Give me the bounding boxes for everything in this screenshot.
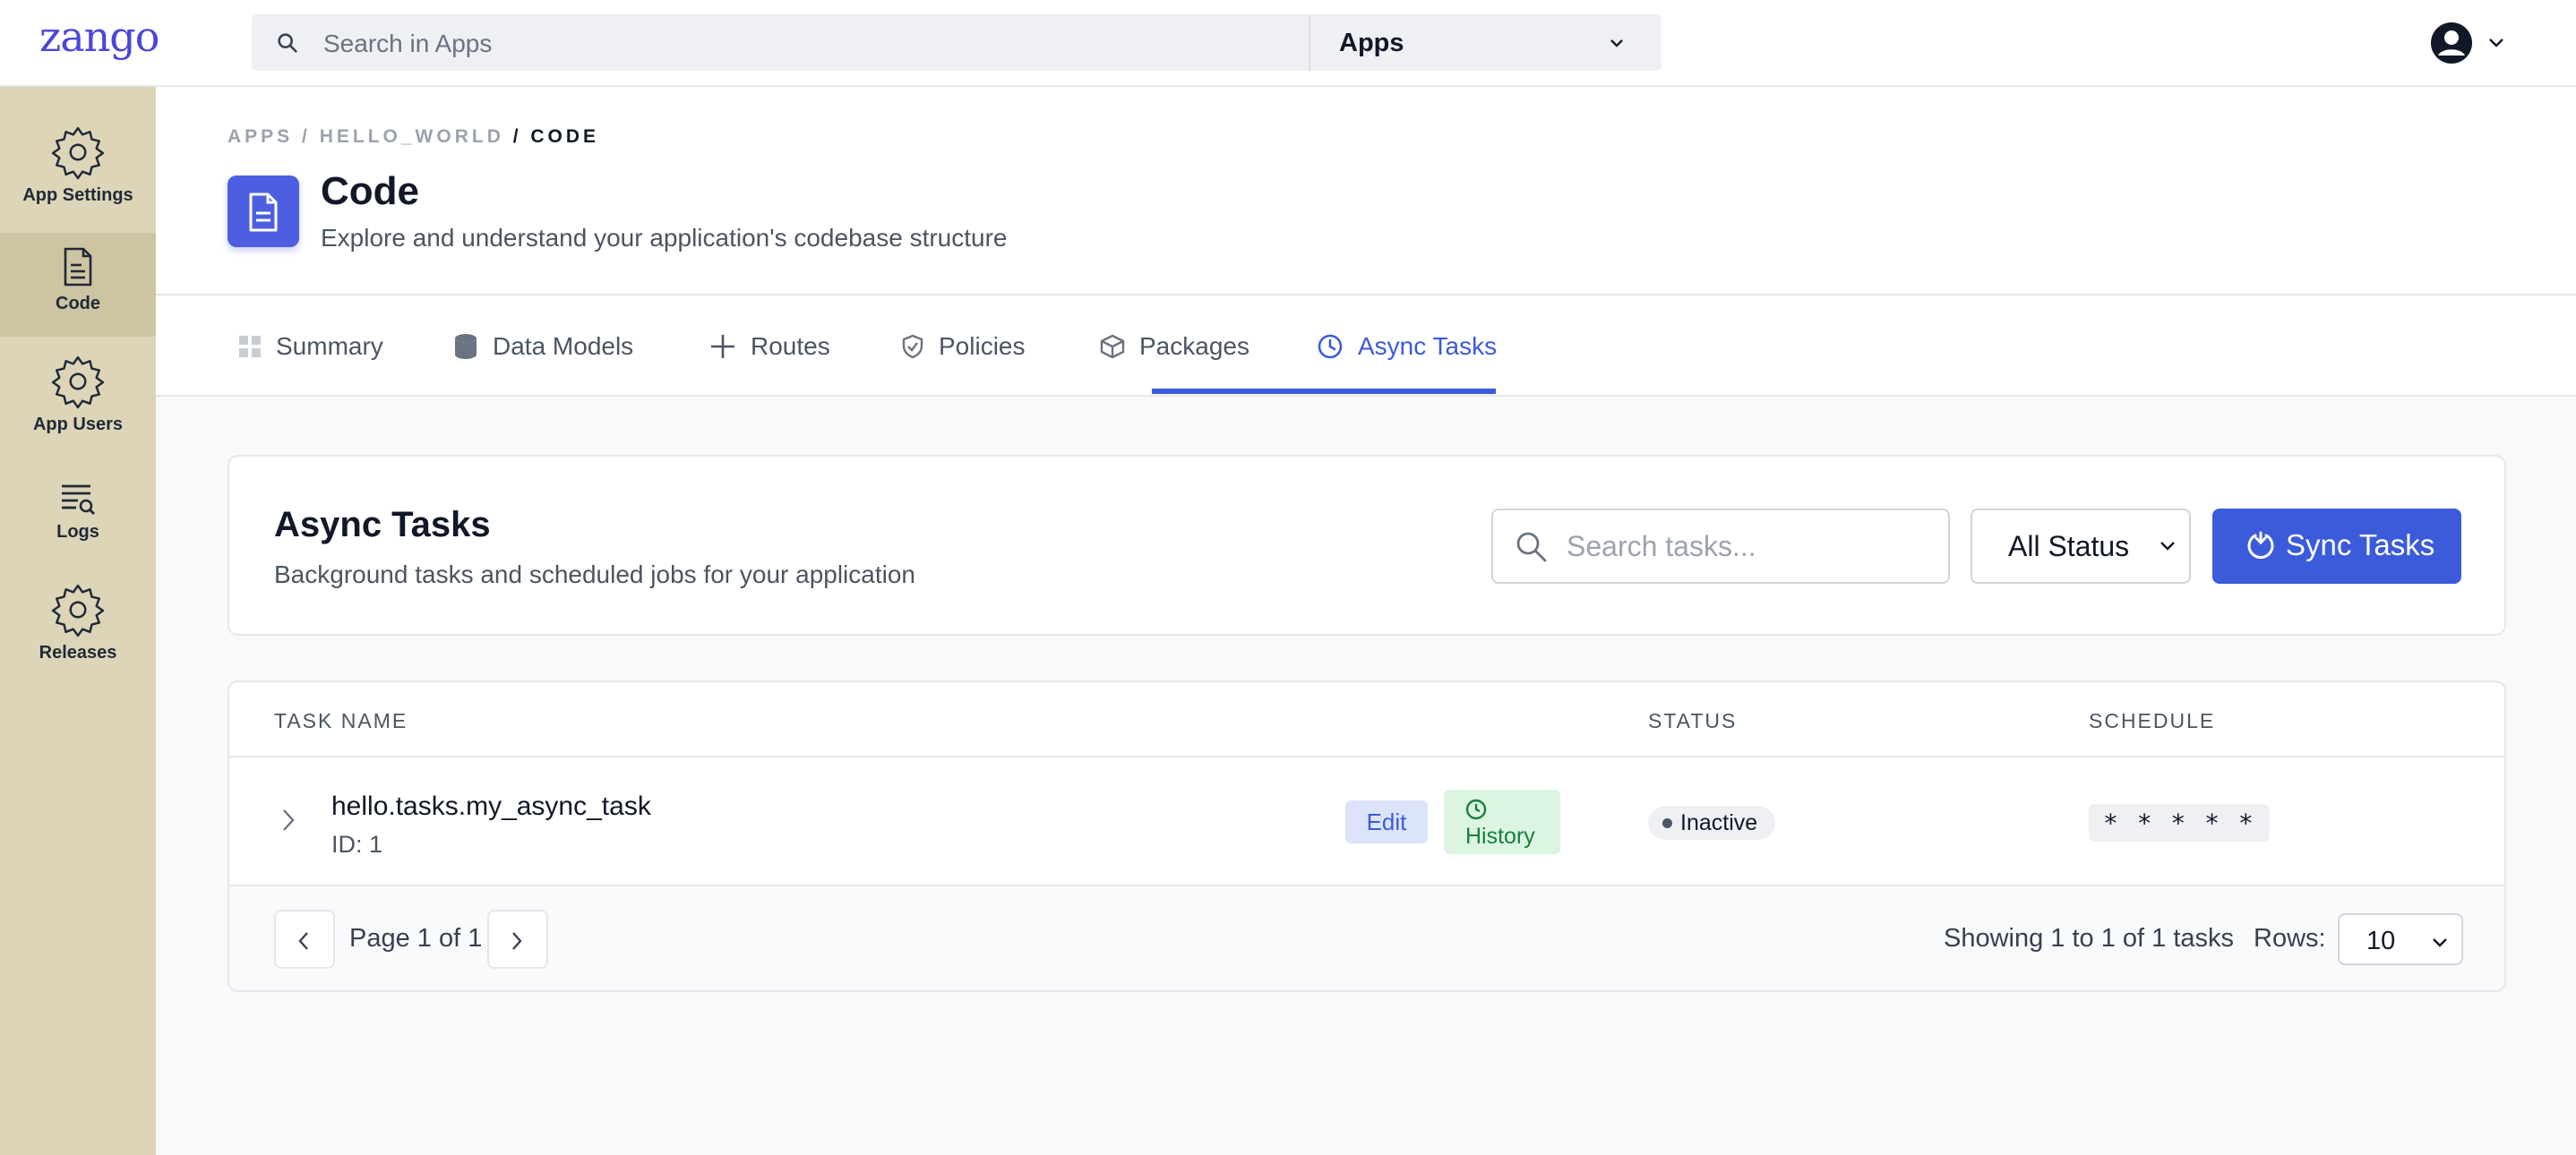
top-bar: zango Search in Apps Apps [0,0,2576,87]
sidebar-item-code[interactable]: Code [0,233,156,337]
logs-icon [62,484,95,515]
database-icon [455,333,477,359]
status-text: Inactive [1680,810,1758,835]
apps-search-input[interactable]: Search in Apps [252,14,1309,71]
page-title: Code [321,169,419,213]
status-filter-select[interactable]: All Status [1971,509,2191,584]
breadcrumb-app[interactable]: HELLO_WORLD [320,126,504,147]
column-header-status: STATUS [1648,709,1738,732]
tab-label: Routes [751,331,830,360]
sidebar-item-label: Code [56,294,100,313]
chevron-right-icon [512,932,522,950]
tab-packages[interactable]: Packages [1100,295,1249,397]
search-icon [1516,532,1547,562]
task-name: hello.tasks.my_async_task [331,791,651,821]
account-menu-chevron-icon[interactable] [2486,34,2506,52]
clock-icon [1318,334,1343,358]
panel-description: Background tasks and scheduled jobs for … [274,560,915,588]
breadcrumb-apps[interactable]: APPS [228,126,293,147]
plus-icon [711,334,734,358]
status-badge: Inactive [1648,806,1776,840]
task-search-placeholder: Search tasks... [1567,530,1756,562]
sidebar-item-label: App Users [32,415,124,434]
table-header: TASK NAME STATUS SCHEDULE [229,682,2504,757]
chevron-right-icon[interactable] [281,808,296,833]
document-icon [64,247,92,287]
breadcrumb-current: CODE [530,126,600,147]
gear-icon [51,584,105,637]
page-header: APPS / HELLO_WORLD / CODE Code Explore a… [156,87,2576,295]
chevron-down-icon [2160,542,2175,551]
chevron-down-icon [2433,938,2447,947]
showing-count: Showing 1 to 1 of 1 tasks [1944,924,2235,953]
chevron-down-icon [1610,39,1623,47]
user-avatar-icon[interactable] [2430,21,2473,64]
breadcrumb: APPS / HELLO_WORLD / CODE [228,126,599,148]
breadcrumb-separator: / [512,126,531,147]
tab-label: Policies [939,331,1026,360]
sync-icon [2247,531,2274,560]
apps-scope-label: Apps [1339,29,1404,57]
sidebar-item-label: Releases [39,643,117,663]
tab-label: Summary [276,331,383,360]
gear-icon [51,126,105,180]
tab-routes[interactable]: Routes [709,295,830,397]
rows-per-page-label: Rows: [2254,924,2326,953]
apps-search-placeholder: Search in Apps [323,30,493,57]
sidebar-item-app-settings[interactable]: App Settings [0,124,156,230]
chevron-left-icon [298,932,308,950]
code-tabs: Summary Data Models Routes Policies Pack… [156,295,2576,397]
apps-scope-select[interactable]: Apps [1309,14,1662,71]
task-id: ID: 1 [331,831,383,858]
table-row[interactable]: hello.tasks.my_async_task ID: 1 Edit His… [229,757,2504,886]
brand-logo[interactable]: zango [39,13,159,61]
sidebar: App Settings Code App Users Logs Release… [0,87,156,1155]
page-subtitle: Explore and understand your application'… [321,224,1008,252]
tab-label: Packages [1139,331,1249,360]
tab-data-models[interactable]: Data Models [453,295,633,397]
active-tab-indicator [1152,389,1496,394]
tab-async-tasks[interactable]: Async Tasks [1317,295,1497,397]
task-search-input[interactable]: Search tasks... [1491,509,1950,584]
column-header-task-name: TASK NAME [274,709,408,732]
breadcrumb-separator: / [302,126,320,147]
task-history-button[interactable]: History [1444,790,1560,854]
search-icon [278,33,297,53]
grid-icon [239,335,261,357]
sidebar-item-label: Logs [56,522,99,542]
sync-tasks-label: Sync Tasks [2286,528,2435,561]
panel-title: Async Tasks [274,505,491,544]
document-icon [249,192,278,232]
tab-policies[interactable]: Policies [901,295,1025,397]
tab-label: Async Tasks [1358,331,1498,360]
history-label: History [1465,824,1535,849]
previous-page-button[interactable] [274,910,335,969]
shield-icon [902,334,923,358]
box-icon [1100,334,1125,358]
page-indicator: Page 1 of 1 [349,924,483,953]
column-header-schedule: SCHEDULE [2089,709,2216,732]
rows-per-page-value: 10 [2366,927,2396,955]
tab-summary[interactable]: Summary [238,295,383,397]
sidebar-item-logs[interactable]: Logs [0,481,156,570]
sidebar-item-label: App Settings [22,185,133,205]
status-dot [1662,818,1672,828]
schedule-cron: * * * * * [2089,804,2270,842]
gear-icon [51,355,105,409]
status-filter-value: All Status [2008,530,2130,562]
tasks-table: TASK NAME STATUS SCHEDULE hello.tasks.my… [228,680,2506,992]
sidebar-item-app-users[interactable]: App Users [0,354,156,459]
rows-per-page-select[interactable]: 10 [2338,913,2463,965]
edit-task-button[interactable]: Edit [1345,800,1428,843]
async-tasks-panel: Async Tasks Background tasks and schedul… [228,455,2506,636]
pagination-bar: Page 1 of 1 Showing 1 to 1 of 1 tasks Ro… [229,886,2504,990]
code-page-icon [228,175,299,247]
sidebar-item-releases[interactable]: Releases [0,582,156,688]
next-page-button[interactable] [487,910,548,969]
clock-icon [1465,799,1487,820]
sync-tasks-button[interactable]: Sync Tasks [2212,509,2461,584]
tab-label: Data Models [493,331,634,360]
